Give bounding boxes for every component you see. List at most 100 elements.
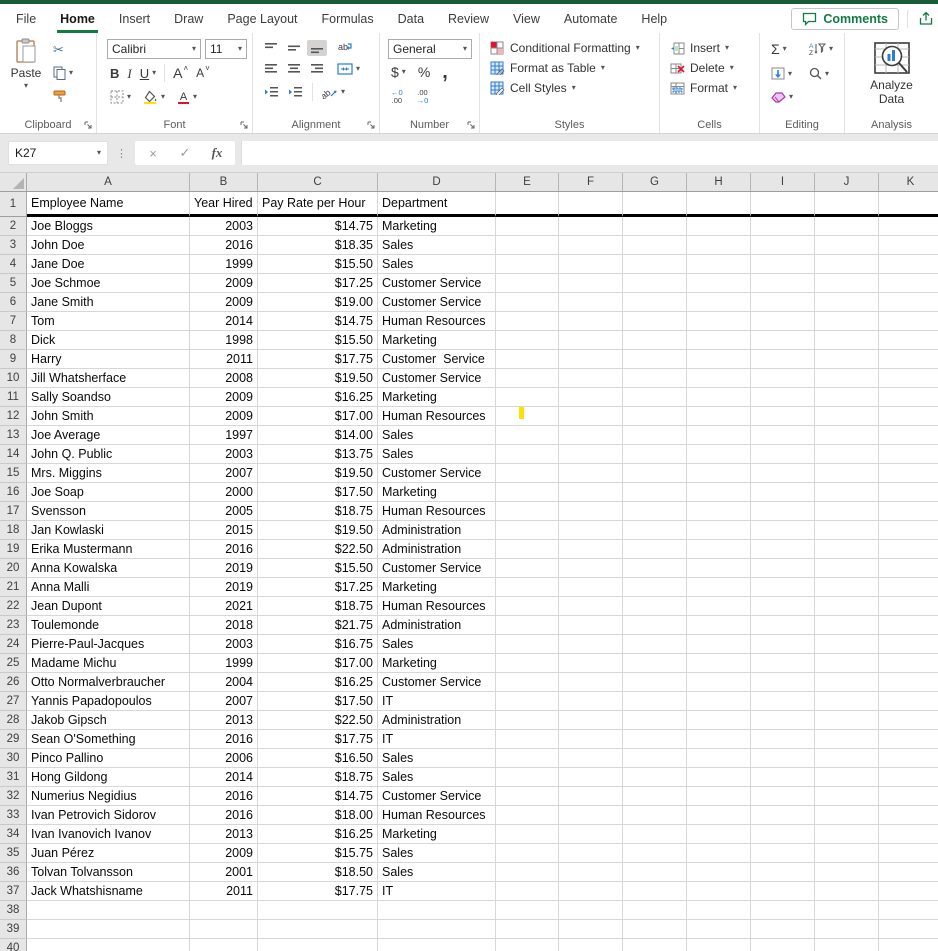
insert-cells-button[interactable]: Insert▾ bbox=[670, 41, 759, 55]
row-header-7[interactable]: 7 bbox=[0, 312, 27, 331]
row-header-2[interactable]: 2 bbox=[0, 217, 27, 236]
row-header-1[interactable]: 1 bbox=[0, 192, 27, 217]
cell-D23[interactable]: Administration bbox=[378, 616, 496, 635]
cell-J34[interactable] bbox=[815, 825, 879, 844]
cell-F18[interactable] bbox=[559, 521, 623, 540]
tab-draw[interactable]: Draw bbox=[162, 4, 215, 33]
cell-D35[interactable]: Sales bbox=[378, 844, 496, 863]
cell-A16[interactable]: Joe Soap bbox=[27, 483, 190, 502]
cell-A23[interactable]: Toulemonde bbox=[27, 616, 190, 635]
cell-K40[interactable] bbox=[879, 939, 938, 951]
cell-C10[interactable]: $19.50 bbox=[258, 369, 378, 388]
cancel-button[interactable]: × bbox=[137, 146, 169, 161]
cell-J36[interactable] bbox=[815, 863, 879, 882]
row-header-4[interactable]: 4 bbox=[0, 255, 27, 274]
cell-K5[interactable] bbox=[879, 274, 938, 293]
font-name-combo[interactable]: Calibri▾ bbox=[107, 39, 201, 59]
cell-D33[interactable]: Human Resources bbox=[378, 806, 496, 825]
cell-A11[interactable]: Sally Soandso bbox=[27, 388, 190, 407]
cell-D3[interactable]: Sales bbox=[378, 236, 496, 255]
cell-B34[interactable]: 2013 bbox=[190, 825, 258, 844]
cell-C7[interactable]: $14.75 bbox=[258, 312, 378, 331]
cell-B13[interactable]: 1997 bbox=[190, 426, 258, 445]
cell-G11[interactable] bbox=[623, 388, 687, 407]
cell-J10[interactable] bbox=[815, 369, 879, 388]
cell-I15[interactable] bbox=[751, 464, 815, 483]
tab-file[interactable]: File bbox=[4, 4, 48, 33]
cell-A15[interactable]: Mrs. Miggins bbox=[27, 464, 190, 483]
cell-J5[interactable] bbox=[815, 274, 879, 293]
cell-K19[interactable] bbox=[879, 540, 938, 559]
cell-I17[interactable] bbox=[751, 502, 815, 521]
cell-C40[interactable] bbox=[258, 939, 378, 951]
cell-J18[interactable] bbox=[815, 521, 879, 540]
cell-B23[interactable]: 2018 bbox=[190, 616, 258, 635]
cell-J25[interactable] bbox=[815, 654, 879, 673]
cell-G8[interactable] bbox=[623, 331, 687, 350]
cell-D38[interactable] bbox=[378, 901, 496, 920]
cell-G27[interactable] bbox=[623, 692, 687, 711]
cell-F13[interactable] bbox=[559, 426, 623, 445]
cell-A7[interactable]: Tom bbox=[27, 312, 190, 331]
cell-K21[interactable] bbox=[879, 578, 938, 597]
cell-I14[interactable] bbox=[751, 445, 815, 464]
currency-format-button[interactable]: $▾ bbox=[388, 63, 409, 81]
cell-K38[interactable] bbox=[879, 901, 938, 920]
name-box[interactable]: K27 ▾ bbox=[8, 141, 108, 165]
cell-F33[interactable] bbox=[559, 806, 623, 825]
col-header-C[interactable]: C bbox=[258, 173, 378, 191]
cell-I28[interactable] bbox=[751, 711, 815, 730]
align-left-button[interactable] bbox=[261, 61, 281, 77]
cell-H33[interactable] bbox=[687, 806, 751, 825]
find-select-button[interactable]: ▾ bbox=[806, 65, 836, 82]
cell-B6[interactable]: 2009 bbox=[190, 293, 258, 312]
cell-F8[interactable] bbox=[559, 331, 623, 350]
cell-K36[interactable] bbox=[879, 863, 938, 882]
cell-E9[interactable] bbox=[496, 350, 559, 369]
cell-K28[interactable] bbox=[879, 711, 938, 730]
cell-E26[interactable] bbox=[496, 673, 559, 692]
cell-K26[interactable] bbox=[879, 673, 938, 692]
tab-help[interactable]: Help bbox=[629, 4, 679, 33]
cell-E12[interactable] bbox=[496, 407, 559, 426]
cell-J30[interactable] bbox=[815, 749, 879, 768]
cell-H16[interactable] bbox=[687, 483, 751, 502]
cell-C35[interactable]: $15.75 bbox=[258, 844, 378, 863]
cell-D14[interactable]: Sales bbox=[378, 445, 496, 464]
tab-page-layout[interactable]: Page Layout bbox=[215, 4, 309, 33]
cell-E34[interactable] bbox=[496, 825, 559, 844]
cell-C30[interactable]: $16.50 bbox=[258, 749, 378, 768]
cell-K25[interactable] bbox=[879, 654, 938, 673]
cell-J12[interactable] bbox=[815, 407, 879, 426]
cell-G31[interactable] bbox=[623, 768, 687, 787]
cell-A18[interactable]: Jan Kowlaski bbox=[27, 521, 190, 540]
cell-I32[interactable] bbox=[751, 787, 815, 806]
cell-B37[interactable]: 2011 bbox=[190, 882, 258, 901]
cell-B31[interactable]: 2014 bbox=[190, 768, 258, 787]
cell-H20[interactable] bbox=[687, 559, 751, 578]
cell-I37[interactable] bbox=[751, 882, 815, 901]
cell-K3[interactable] bbox=[879, 236, 938, 255]
decrease-decimal-button[interactable]: .00→0 bbox=[414, 87, 432, 108]
cell-B25[interactable]: 1999 bbox=[190, 654, 258, 673]
cell-D19[interactable]: Administration bbox=[378, 540, 496, 559]
cell-D22[interactable]: Human Resources bbox=[378, 597, 496, 616]
cell-A39[interactable] bbox=[27, 920, 190, 939]
cell-I1[interactable] bbox=[751, 192, 815, 217]
cell-J2[interactable] bbox=[815, 217, 879, 236]
cell-F1[interactable] bbox=[559, 192, 623, 217]
bold-button[interactable]: B bbox=[107, 65, 122, 82]
cell-B28[interactable]: 2013 bbox=[190, 711, 258, 730]
row-header-15[interactable]: 15 bbox=[0, 464, 27, 483]
cell-K13[interactable] bbox=[879, 426, 938, 445]
cell-A4[interactable]: Jane Doe bbox=[27, 255, 190, 274]
cell-C26[interactable]: $16.25 bbox=[258, 673, 378, 692]
row-header-39[interactable]: 39 bbox=[0, 920, 27, 939]
cell-B20[interactable]: 2019 bbox=[190, 559, 258, 578]
cell-I4[interactable] bbox=[751, 255, 815, 274]
row-header-12[interactable]: 12 bbox=[0, 407, 27, 426]
cell-C18[interactable]: $19.50 bbox=[258, 521, 378, 540]
cell-A3[interactable]: John Doe bbox=[27, 236, 190, 255]
cell-E36[interactable] bbox=[496, 863, 559, 882]
cell-H8[interactable] bbox=[687, 331, 751, 350]
